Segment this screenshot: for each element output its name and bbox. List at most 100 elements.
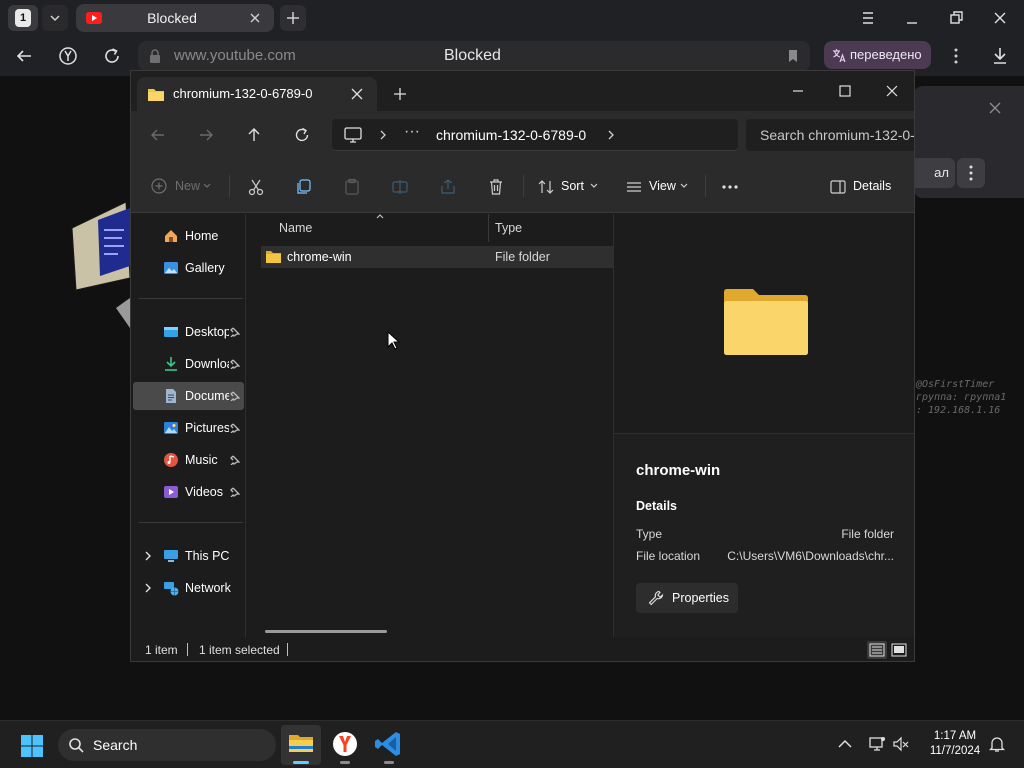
tab-list-button[interactable] — [42, 5, 68, 31]
address-path-bar[interactable]: ··· chromium-132-0-6789-0 — [332, 119, 738, 151]
network-icon[interactable] — [868, 735, 886, 753]
address-bar[interactable]: www.youtube.com Blocked — [138, 41, 810, 71]
restore-icon[interactable] — [944, 6, 968, 30]
nav-item-gallery[interactable]: Gallery — [133, 254, 244, 282]
bookmark-icon[interactable] — [786, 49, 800, 63]
column-header-name[interactable]: Name — [279, 214, 312, 242]
chevron-right-icon[interactable] — [143, 551, 153, 561]
wrench-icon — [648, 590, 664, 606]
pin-icon[interactable] — [230, 487, 240, 497]
nav-item-this-pc[interactable]: This PC — [133, 542, 244, 570]
nav-item-downloads[interactable]: Downloads — [133, 350, 244, 378]
reload-icon[interactable] — [100, 44, 124, 68]
taskbar-search[interactable]: Search — [58, 729, 276, 761]
notification-more-button[interactable] — [957, 158, 985, 188]
share-icon[interactable] — [439, 178, 457, 196]
view-label: View — [649, 179, 676, 193]
back-icon[interactable] — [149, 126, 167, 144]
vscode-icon — [375, 732, 400, 756]
search-icon — [69, 738, 84, 753]
up-arrow-icon[interactable] — [245, 126, 263, 144]
nav-item-documents[interactable]: Documents — [133, 382, 244, 410]
nav-item-network[interactable]: Network — [133, 574, 244, 602]
search-placeholder: Search chromium-132-0-6789-0 — [760, 127, 914, 143]
delete-icon[interactable] — [487, 178, 505, 196]
more-horizontal-icon[interactable] — [721, 178, 739, 196]
taskbar: Search 1:17 AM 11/7/2024 — [0, 720, 1024, 768]
breadcrumb[interactable]: chromium-132-0-6789-0 — [436, 119, 586, 151]
volume-muted-icon[interactable] — [892, 735, 910, 753]
minimize-icon[interactable] — [786, 79, 810, 103]
maximize-icon[interactable] — [833, 79, 857, 103]
search-input[interactable]: Search chromium-132-0-6789-0 — [746, 119, 914, 151]
yandex-icon[interactable] — [56, 44, 80, 68]
column-divider[interactable] — [488, 214, 489, 242]
clock[interactable]: 1:17 AM 11/7/2024 — [918, 729, 992, 759]
close-icon[interactable] — [987, 100, 1003, 116]
properties-button[interactable]: Properties — [636, 583, 738, 613]
rename-icon[interactable] — [391, 178, 409, 196]
browser-menu-icon[interactable] — [856, 6, 880, 30]
tab-counter-button[interactable]: 1 — [8, 5, 38, 31]
taskbar-file-explorer[interactable] — [281, 725, 321, 765]
nav-item-desktop[interactable]: Desktop — [133, 318, 244, 346]
details-section-heading: Details — [636, 499, 677, 513]
document-icon — [166, 389, 176, 403]
explorer-tab[interactable]: chromium-132-0-6789-0 — [137, 77, 377, 111]
pin-icon[interactable] — [230, 359, 240, 369]
windows-start-icon[interactable] — [20, 734, 44, 758]
nav-item-home[interactable]: Home — [133, 222, 244, 250]
notification-action-button[interactable]: ал — [913, 158, 955, 188]
lock-icon[interactable] — [147, 48, 163, 64]
nav-item-videos[interactable]: Videos — [133, 478, 244, 506]
close-icon[interactable] — [248, 11, 262, 25]
nav-item-music[interactable]: Music — [133, 446, 244, 474]
tiles-view-icon — [891, 643, 907, 657]
plus-icon[interactable] — [393, 87, 407, 101]
forward-icon[interactable] — [197, 126, 215, 144]
chevron-right-icon[interactable] — [378, 128, 388, 142]
url-text[interactable]: www.youtube.com — [174, 41, 296, 71]
details-pane-button[interactable]: Details — [829, 159, 899, 213]
running-indicator — [340, 761, 350, 764]
paste-icon[interactable] — [343, 178, 361, 196]
chevron-down-icon — [50, 15, 60, 22]
nav-item-pictures[interactable]: Pictures — [133, 414, 244, 442]
browser-tab[interactable]: Blocked — [76, 4, 274, 32]
pin-icon[interactable] — [230, 423, 240, 433]
copy-icon[interactable] — [295, 178, 313, 196]
chevron-right-icon[interactable] — [606, 128, 616, 142]
running-indicator — [293, 761, 309, 764]
sort-button[interactable]: Sort — [537, 159, 603, 213]
horizontal-scrollbar[interactable] — [265, 630, 387, 633]
refresh-icon[interactable] — [293, 126, 311, 144]
pin-icon[interactable] — [230, 327, 240, 337]
folder-icon — [148, 89, 164, 101]
new-button[interactable]: New — [149, 159, 219, 213]
notification-bell-icon[interactable] — [988, 735, 1006, 753]
new-tab-button[interactable] — [280, 5, 306, 31]
browser-tab-title: Blocked — [147, 10, 197, 26]
back-icon[interactable] — [12, 44, 36, 68]
close-window-icon[interactable] — [988, 6, 1012, 30]
chevron-up-icon[interactable] — [836, 735, 854, 753]
taskbar-yandex-browser[interactable] — [325, 725, 365, 765]
close-icon[interactable] — [351, 88, 363, 100]
minimize-icon[interactable] — [900, 6, 924, 30]
path-overflow-icon[interactable]: ··· — [404, 123, 420, 141]
tiles-view-button[interactable] — [889, 641, 909, 659]
translate-button[interactable]: переведено — [824, 41, 931, 69]
file-explorer-window: chromium-132-0-6789-0 ··· chromium-132-0… — [130, 70, 915, 662]
taskbar-vscode[interactable] — [369, 725, 409, 765]
pin-icon[interactable] — [230, 455, 240, 465]
column-header-type[interactable]: Type — [495, 214, 522, 242]
pin-icon[interactable] — [230, 391, 240, 401]
file-row[interactable]: chrome-win File folder — [261, 246, 613, 268]
close-window-icon[interactable] — [880, 79, 904, 103]
chevron-right-icon[interactable] — [143, 583, 153, 593]
download-icon[interactable] — [988, 44, 1012, 68]
view-button[interactable]: View — [625, 159, 695, 213]
cut-icon[interactable] — [247, 178, 265, 196]
more-vertical-icon[interactable] — [944, 44, 968, 68]
details-view-button[interactable] — [867, 641, 887, 659]
